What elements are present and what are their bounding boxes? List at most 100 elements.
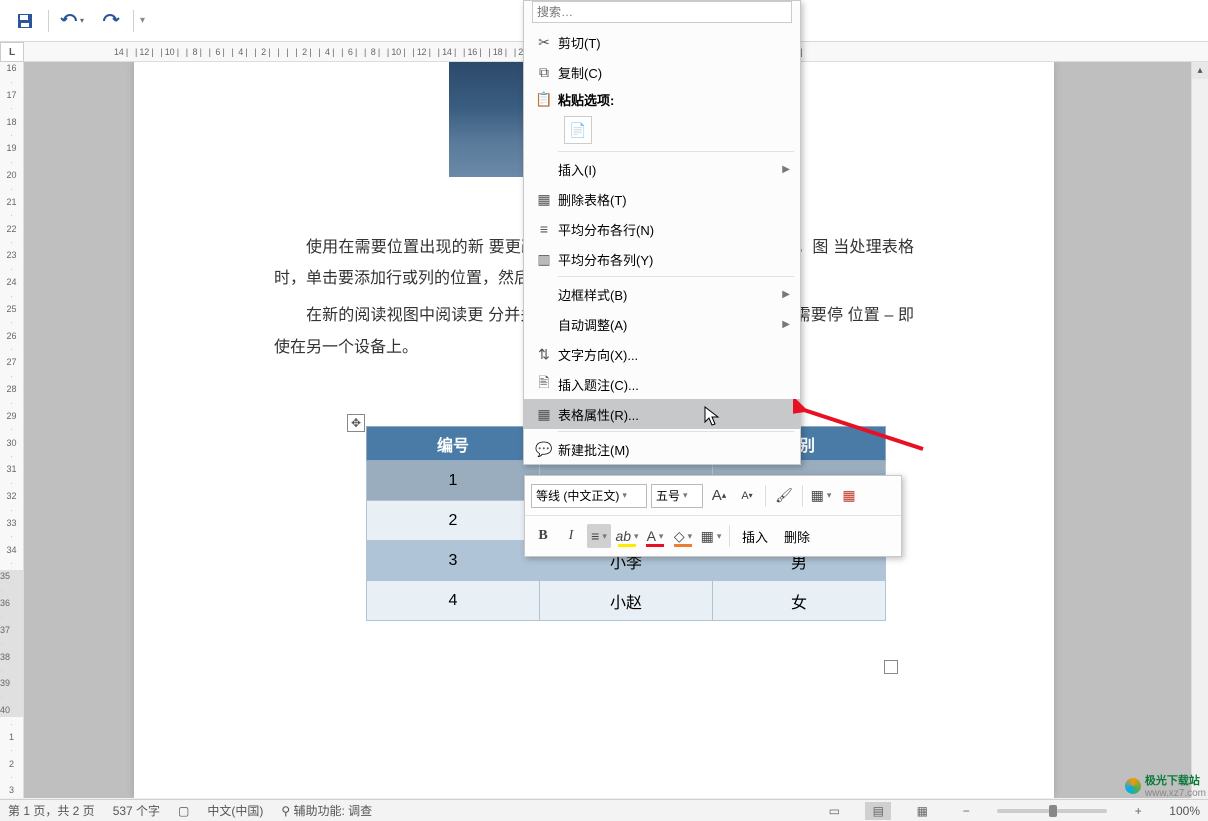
zoom-slider-knob[interactable] xyxy=(1049,805,1057,817)
vertical-scrollbar[interactable]: ▴ xyxy=(1191,62,1208,798)
undo-button[interactable]: ▾ xyxy=(55,4,89,38)
copy-icon: ⧉ xyxy=(530,64,558,81)
distribute-cols-icon: ▥ xyxy=(530,251,558,268)
separator xyxy=(729,525,730,547)
vertical-ruler: 16·17·18·19·20·21·22·23·24·25·26·27·28·2… xyxy=(0,62,24,798)
mini-toolbar-row-2: B I ≡▾ ab▾ A▾ ◇▾ ▦▾ 插入 删除 xyxy=(525,516,901,556)
fill-color-button[interactable]: ◇▾ xyxy=(671,524,695,548)
watermark: 极光下载站 www.xz7.com xyxy=(1125,772,1206,799)
col-id[interactable]: 编号 xyxy=(367,427,540,461)
cell[interactable]: 3 xyxy=(367,541,540,581)
zoom-out-button[interactable]: − xyxy=(953,802,979,820)
menu-search xyxy=(524,1,800,27)
menu-table-properties[interactable]: ▦ 表格属性(R)... xyxy=(524,399,800,429)
font-family-value: 等线 (中文正文) xyxy=(536,487,619,504)
bold-button[interactable]: B xyxy=(531,524,555,548)
ruler-corner: L xyxy=(0,42,24,62)
menu-label: 平均分布各列(Y) xyxy=(558,250,790,269)
status-words[interactable]: 537 个字 xyxy=(113,802,160,819)
menu-text-direction[interactable]: ⇅ 文字方向(X)... xyxy=(524,339,800,369)
menu-label: 剪切(T) xyxy=(558,33,790,52)
table-resize-handle[interactable] xyxy=(884,660,898,674)
view-focus-button[interactable]: ▭ xyxy=(821,802,847,820)
table-move-handle[interactable]: ✥ xyxy=(347,414,365,432)
menu-label: 删除表格(T) xyxy=(558,190,790,209)
status-language[interactable]: 中文(中国) xyxy=(207,802,263,819)
highlight-button[interactable]: ab▾ xyxy=(615,524,639,548)
font-family-combo[interactable]: 等线 (中文正文)▾ xyxy=(531,484,647,508)
font-size-value: 五号 xyxy=(656,487,680,504)
status-page[interactable]: 第 1 页，共 2 页 xyxy=(8,802,95,819)
menu-label: 平均分布各行(N) xyxy=(558,220,790,239)
menu-label: 插入(I) xyxy=(558,160,782,179)
cursor-icon xyxy=(704,406,720,428)
zoom-in-button[interactable]: + xyxy=(1125,802,1151,820)
format-painter-button[interactable]: 🖌 xyxy=(772,484,796,508)
distribute-rows-icon: ≡ xyxy=(530,221,558,237)
menu-paste-options-header: 📋 粘贴选项: xyxy=(524,87,800,111)
mini-toolbar: 等线 (中文正文)▾ 五号▾ A▴ A▾ 🖌 ▦▾ ▦ B I ≡▾ ab▾ A… xyxy=(524,475,902,557)
text-direction-icon: ⇅ xyxy=(530,346,558,363)
menu-separator xyxy=(558,151,794,152)
mini-toolbar-row-1: 等线 (中文正文)▾ 五号▾ A▴ A▾ 🖌 ▦▾ ▦ xyxy=(525,476,901,516)
paste-option-row: 📄 xyxy=(524,111,800,149)
red-arrow-annotation xyxy=(793,399,933,459)
menu-label: 表格属性(R)... xyxy=(558,405,790,424)
view-print-button[interactable]: ▤ xyxy=(865,802,891,820)
menu-distribute-cols[interactable]: ▥ 平均分布各列(Y) xyxy=(524,244,800,274)
table-delete-grid-button[interactable]: ▦ xyxy=(837,484,861,508)
grow-font-button[interactable]: A▴ xyxy=(707,484,731,508)
redo-button[interactable] xyxy=(93,4,127,38)
menu-label: 插入题注(C)... xyxy=(558,375,790,394)
menu-label: 新建批注(M) xyxy=(558,440,790,459)
paste-icon: 📋 xyxy=(530,91,558,108)
align-button[interactable]: ≡▾ xyxy=(587,524,611,548)
save-button[interactable] xyxy=(8,4,42,38)
separator xyxy=(802,485,803,507)
status-proofing-icon[interactable]: ▢ xyxy=(178,804,189,818)
font-color-button[interactable]: A▾ xyxy=(643,524,667,548)
cut-icon: ✂ xyxy=(530,34,558,51)
paste-keep-source-button[interactable]: 📄 xyxy=(564,116,592,144)
separator xyxy=(133,10,134,32)
delete-button[interactable]: 删除 xyxy=(778,524,816,548)
status-a11y[interactable]: ⚲ 辅助功能: 调查 xyxy=(281,802,372,819)
insert-button[interactable]: 插入 xyxy=(736,524,774,548)
separator xyxy=(765,485,766,507)
scroll-up-button[interactable]: ▴ xyxy=(1192,62,1208,79)
status-bar: 第 1 页，共 2 页 537 个字 ▢ 中文(中国) ⚲ 辅助功能: 调查 ▭… xyxy=(0,799,1208,821)
menu-delete-table[interactable]: ▦ 删除表格(T) xyxy=(524,184,800,214)
watermark-logo-icon xyxy=(1125,778,1141,794)
cell[interactable]: 女 xyxy=(713,581,886,621)
menu-new-comment[interactable]: 💬 新建批注(M) xyxy=(524,434,800,464)
menu-label: 边框样式(B) xyxy=(558,285,782,304)
delete-table-icon: ▦ xyxy=(530,191,558,208)
cell[interactable]: 4 xyxy=(367,581,540,621)
menu-insert[interactable]: 插入(I) ▶ xyxy=(524,154,800,184)
menu-separator xyxy=(558,431,794,432)
menu-copy[interactable]: ⧉ 复制(C) xyxy=(524,57,800,87)
menu-border-styles[interactable]: 边框样式(B) ▶ xyxy=(524,279,800,309)
italic-button[interactable]: I xyxy=(559,524,583,548)
separator xyxy=(48,10,49,32)
cell[interactable]: 1 xyxy=(367,461,540,501)
menu-distribute-rows[interactable]: ≡ 平均分布各行(N) xyxy=(524,214,800,244)
menu-autofit[interactable]: 自动调整(A) ▶ xyxy=(524,309,800,339)
menu-separator xyxy=(558,276,794,277)
shrink-font-button[interactable]: A▾ xyxy=(735,484,759,508)
borders-button[interactable]: ▦▾ xyxy=(699,524,723,548)
menu-cut[interactable]: ✂ 剪切(T) xyxy=(524,27,800,57)
view-web-button[interactable]: ▦ xyxy=(909,802,935,820)
menu-search-input[interactable] xyxy=(532,1,792,23)
table-row[interactable]: 4 小赵 女 xyxy=(367,581,886,621)
menu-insert-caption[interactable]: 🖹 插入题注(C)... xyxy=(524,369,800,399)
customize-qat-dropdown[interactable]: ▾ xyxy=(140,15,145,26)
zoom-slider[interactable] xyxy=(997,809,1107,813)
zoom-level[interactable]: 100% xyxy=(1169,804,1200,818)
table-insert-grid-button[interactable]: ▦▾ xyxy=(809,484,833,508)
cell[interactable]: 小赵 xyxy=(540,581,713,621)
cell[interactable]: 2 xyxy=(367,501,540,541)
font-size-combo[interactable]: 五号▾ xyxy=(651,484,703,508)
watermark-site: www.xz7.com xyxy=(1145,788,1206,799)
submenu-arrow-icon: ▶ xyxy=(782,164,790,175)
